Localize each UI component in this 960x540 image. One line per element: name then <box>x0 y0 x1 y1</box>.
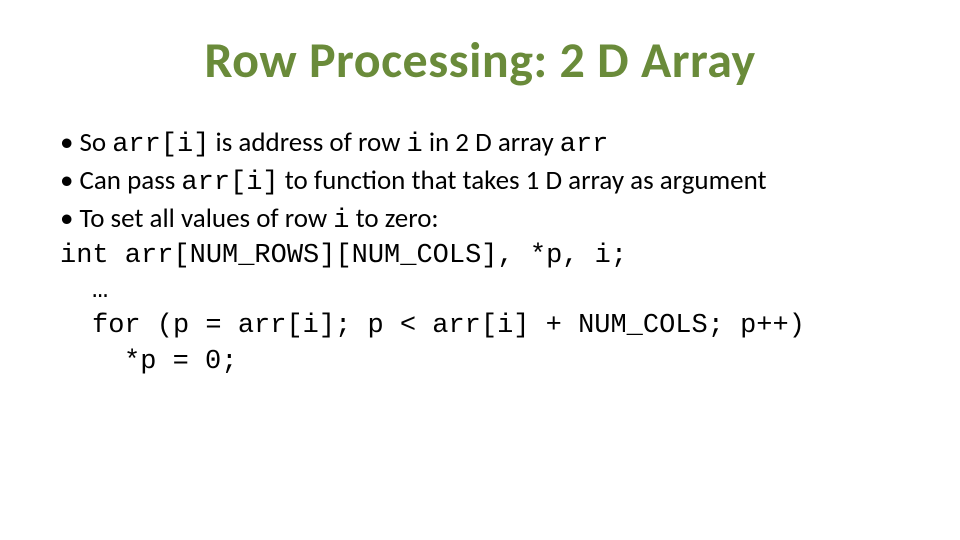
text-fragment: to zero: <box>350 202 439 235</box>
bullet-1: • So arr[i] is address of row i in 2 D a… <box>60 125 900 163</box>
text-fragment: So <box>79 126 112 159</box>
code-inline: arr <box>560 130 609 160</box>
code-inline: arr[i] <box>112 130 209 160</box>
text-fragment: is address of row <box>209 126 406 159</box>
code-line-2: … <box>60 274 900 309</box>
code-line-3: for (p = arr[i]; p < arr[i] + NUM_COLS; … <box>60 309 900 344</box>
bullet-3: • To set all values of row i to zero: <box>60 201 900 239</box>
bullet-2: • Can pass arr[i] to function that takes… <box>60 163 900 201</box>
bullet-2-text: Can pass arr[i] to function that takes 1… <box>79 163 766 201</box>
bullet-1-text: So arr[i] is address of row i in 2 D arr… <box>79 125 608 163</box>
slide-content: • So arr[i] is address of row i in 2 D a… <box>60 125 900 380</box>
code-inline: arr[i] <box>181 168 278 198</box>
bullet-dot: • <box>60 163 73 198</box>
text-fragment: To set all values of row <box>79 202 333 235</box>
bullet-3-text: To set all values of row i to zero: <box>79 201 438 239</box>
text-fragment: in 2 D array <box>423 126 560 159</box>
code-line-4: *p = 0; <box>60 345 900 380</box>
text-fragment: to function that takes 1 D array as argu… <box>279 164 767 197</box>
text-fragment: Can pass <box>79 164 181 197</box>
code-line-1: int arr[NUM_ROWS][NUM_COLS], *p, i; <box>60 239 900 274</box>
code-inline: i <box>407 130 423 160</box>
slide-title: Row Processing: 2 D Array <box>60 30 900 91</box>
bullet-dot: • <box>60 201 73 236</box>
code-inline: i <box>333 206 349 236</box>
bullet-dot: • <box>60 125 73 160</box>
slide: Row Processing: 2 D Array • So arr[i] is… <box>0 0 960 540</box>
